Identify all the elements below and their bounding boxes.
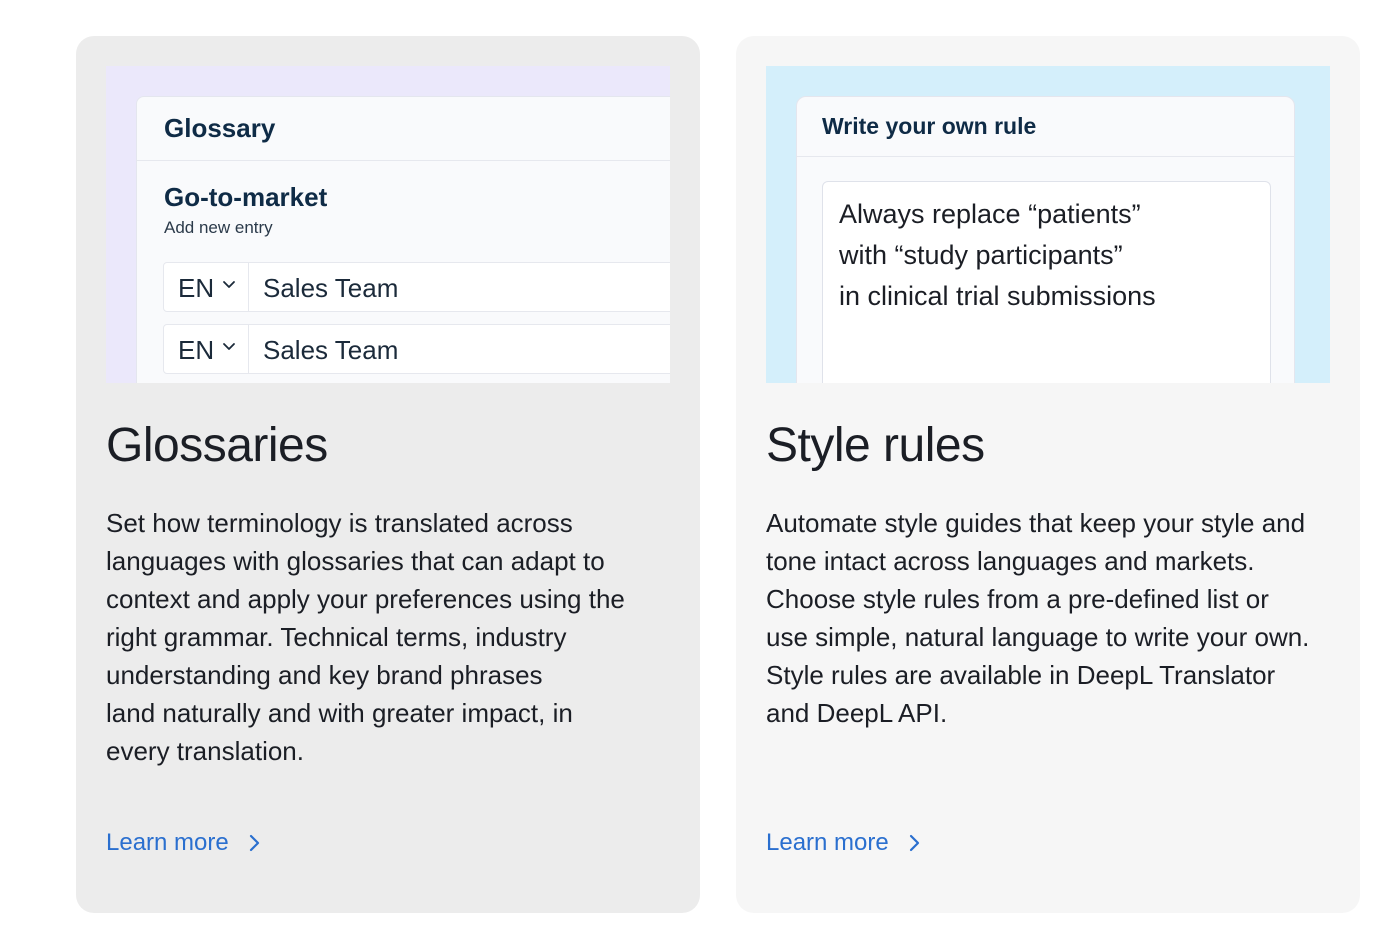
style-rules-card: Write your own rule Always replace “pati… — [736, 36, 1360, 913]
card-description: Set how terminology is translated across… — [106, 504, 681, 770]
chevron-down-icon — [223, 343, 235, 350]
description-line: tone intact across languages and markets… — [766, 546, 1255, 576]
description-line: Automate style guides that keep your sty… — [766, 508, 1306, 538]
description-line: right grammar. Technical terms, industry — [106, 622, 567, 652]
language-code: EN — [178, 273, 215, 303]
glossary-entry-row: EN Sales Team — [163, 324, 670, 374]
language-selector: EN — [164, 325, 249, 373]
glossary-panel: Glossary Go-to-market Add new entry EN S… — [136, 96, 670, 383]
chevron-down-icon — [223, 281, 235, 288]
description-line: every translation. — [106, 736, 304, 766]
glossary-illustration: Glossary Go-to-market Add new entry EN S… — [106, 66, 670, 383]
language-selector: EN — [164, 263, 249, 311]
rule-text-line: with “study participants” — [839, 240, 1123, 270]
description-line: and DeepL API. — [766, 698, 948, 728]
description-line: Set how terminology is translated across — [106, 508, 573, 538]
glossaries-card: Glossary Go-to-market Add new entry EN S… — [76, 36, 700, 913]
chevron-right-icon — [909, 834, 919, 852]
description-line: languages with glossaries that can adapt… — [106, 546, 605, 576]
description-line: understanding and key brand phrases — [106, 660, 543, 690]
card-title: Glossaries — [106, 419, 328, 472]
glossary-panel-divider — [137, 160, 670, 161]
card-title: Style rules — [766, 419, 985, 472]
chevron-right-icon — [249, 834, 259, 852]
style-rule-panel: Write your own rule Always replace “pati… — [796, 96, 1295, 383]
style-rule-panel-title: Write your own rule — [822, 113, 1037, 139]
glossary-term: Sales Team — [263, 273, 399, 303]
language-code: EN — [178, 335, 215, 365]
card-description: Automate style guides that keep your sty… — [766, 504, 1341, 732]
style-rule-panel-divider — [797, 156, 1294, 157]
learn-more-label: Learn more — [766, 829, 889, 856]
rule-text-line: in clinical trial submissions — [839, 281, 1156, 311]
learn-more-link[interactable]: Learn more — [106, 829, 261, 857]
glossary-term: Sales Team — [263, 335, 399, 365]
rule-text-field: Always replace “patients” with “study pa… — [822, 181, 1271, 383]
glossary-entry-row: EN Sales Team — [163, 262, 670, 312]
rule-text-line: Always replace “patients” — [839, 199, 1141, 229]
learn-more-link[interactable]: Learn more — [766, 829, 921, 857]
style-rule-illustration: Write your own rule Always replace “pati… — [766, 66, 1330, 383]
description-line: Style rules are available in DeepL Trans… — [766, 660, 1276, 690]
description-line: use simple, natural language to write yo… — [766, 622, 1310, 652]
glossary-list-title: Go-to-market — [164, 182, 328, 212]
add-new-entry-label: Add new entry — [164, 218, 273, 237]
description-line: Choose style rules from a pre-defined li… — [766, 584, 1269, 614]
description-line: context and apply your preferences using… — [106, 584, 625, 614]
description-line: land naturally and with greater impact, … — [106, 698, 573, 728]
glossary-panel-title: Glossary — [164, 113, 276, 143]
learn-more-label: Learn more — [106, 829, 229, 856]
